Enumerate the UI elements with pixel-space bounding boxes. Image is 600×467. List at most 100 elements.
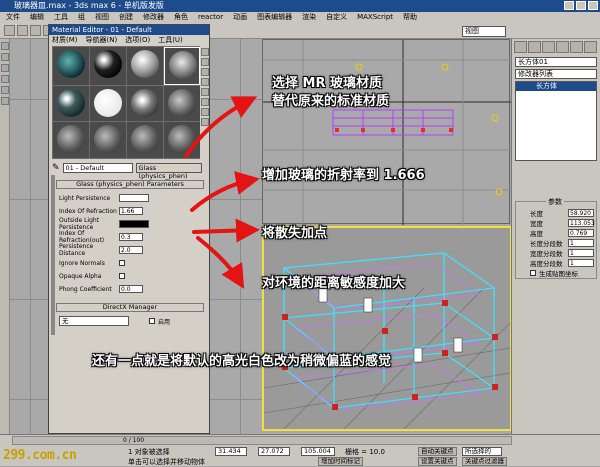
selected-dropdown[interactable]: 所选择的 [462, 447, 502, 456]
minimize-button[interactable] [564, 1, 574, 10]
sample-type-icon[interactable] [201, 48, 209, 56]
backlight-icon[interactable] [201, 58, 209, 66]
menu-maxscript[interactable]: MAXScript [357, 12, 393, 23]
make-preview-icon[interactable] [201, 98, 209, 106]
modifier-list-dropdown[interactable]: 修改器列表 [515, 69, 597, 79]
sample-slot[interactable] [90, 122, 126, 158]
background-icon[interactable] [201, 68, 209, 76]
directx-select[interactable]: 无 [59, 316, 129, 326]
parameters-rollout-title[interactable]: 参数 [546, 197, 564, 207]
directx-enable-checkbox[interactable] [149, 318, 155, 324]
menu-create[interactable]: 创建 [119, 12, 133, 23]
sample-slot[interactable] [53, 85, 89, 122]
param-value[interactable]: 1 [568, 239, 594, 247]
param-value[interactable]: 1 [568, 259, 594, 267]
key-filters-button[interactable]: 关键点过滤器 [462, 457, 507, 466]
tool-icon[interactable] [1, 75, 9, 83]
ignore-normals-checkbox[interactable] [119, 260, 125, 266]
utilities-tab-icon[interactable] [584, 41, 597, 53]
persistence-distance-value[interactable]: 2.0 [119, 246, 143, 254]
options-icon[interactable] [201, 108, 209, 116]
sample-slot[interactable] [127, 85, 163, 122]
window-title-bar: 玻璃器皿.max - 3ds max 6 - 单机版发版 [0, 0, 600, 12]
menu-character[interactable]: 角色 [174, 12, 188, 23]
y-coord-field[interactable]: 27.072 [258, 447, 290, 456]
menu-tools[interactable]: 工具 [54, 12, 68, 23]
param-value[interactable]: 113.053 [568, 219, 595, 227]
add-time-tag-button[interactable]: 增加时间标记 [318, 457, 363, 466]
motion-tab-icon[interactable] [556, 41, 569, 53]
sample-slot[interactable] [127, 122, 163, 158]
link-icon[interactable] [30, 25, 41, 36]
material-name-bar: ✎ 01 - Default Glass (physics_phen) [52, 162, 207, 180]
gen-uv-checkbox[interactable] [530, 270, 536, 276]
close-button[interactable] [588, 1, 598, 10]
modifier-stack[interactable]: 长方体 [515, 81, 597, 161]
mat-menu-options[interactable]: 选项(O) [125, 35, 150, 45]
x-coord-field[interactable]: 31.434 [215, 447, 247, 456]
create-tab-icon[interactable] [514, 41, 527, 53]
material-type-button[interactable]: Glass (physics_phen) [135, 163, 202, 180]
opaque-alpha-checkbox[interactable] [119, 273, 125, 279]
ior-value[interactable]: 1.66 [119, 207, 143, 215]
material-name-field[interactable]: 01 - Default [62, 163, 133, 173]
menu-help[interactable]: 帮助 [403, 12, 417, 23]
phong-coefficient-value[interactable]: 0.0 [119, 285, 143, 293]
sample-slot[interactable] [90, 47, 126, 85]
mat-menu-utilities[interactable]: 工具(U) [158, 35, 183, 45]
sample-slot[interactable] [164, 122, 200, 158]
modifier-stack-item[interactable]: 长方体 [516, 82, 596, 91]
maximize-button[interactable] [576, 1, 586, 10]
material-editor-scrollbar[interactable] [51, 175, 55, 335]
z-coord-field[interactable]: 105.004 [301, 447, 335, 456]
tool-icon[interactable] [1, 42, 9, 50]
hierarchy-tab-icon[interactable] [542, 41, 555, 53]
viewport-front[interactable] [262, 39, 511, 225]
tool-icon[interactable] [1, 64, 9, 72]
redo-icon[interactable] [17, 25, 28, 36]
sample-slot[interactable] [90, 85, 126, 122]
sample-slot[interactable] [127, 47, 163, 85]
video-color-icon[interactable] [201, 88, 209, 96]
tool-icon[interactable] [1, 86, 9, 94]
tool-icon[interactable] [1, 97, 9, 105]
object-name-field[interactable]: 长方体01 [515, 57, 597, 67]
mat-menu-navigation[interactable]: 导航器(N) [86, 35, 118, 45]
gen-uv-label: 生成贴图坐标 [539, 270, 578, 278]
uv-tiling-icon[interactable] [201, 78, 209, 86]
modify-tab-icon[interactable] [528, 41, 541, 53]
set-key-button[interactable]: 设置关键点 [418, 457, 457, 466]
mat-menu-material[interactable]: 材质(M) [52, 35, 78, 45]
time-slider[interactable]: 0 / 100 [12, 436, 512, 445]
directx-rollout-header[interactable]: DirectX Manager [56, 303, 204, 312]
undo-icon[interactable] [4, 25, 15, 36]
sample-slot[interactable] [53, 122, 89, 158]
pick-material-icon[interactable]: ✎ [52, 163, 60, 173]
menu-file[interactable]: 文件 [6, 12, 20, 23]
light-persistence-swatch[interactable] [119, 194, 149, 202]
menu-modifiers[interactable]: 修改器 [143, 12, 164, 23]
sample-slot[interactable] [53, 47, 89, 85]
viewport-perspective[interactable] [262, 226, 512, 431]
param-value[interactable]: 0.769 [568, 229, 594, 237]
menu-customize[interactable]: 自定义 [326, 12, 347, 23]
menu-animation[interactable]: 动画 [233, 12, 247, 23]
param-value[interactable]: 1 [568, 249, 594, 257]
menu-edit[interactable]: 编辑 [30, 12, 44, 23]
menu-graph-editors[interactable]: 图表编辑器 [257, 12, 292, 23]
menu-group[interactable]: 组 [78, 12, 85, 23]
ior-out-value[interactable]: 0.3 [119, 233, 143, 241]
param-value[interactable]: 58.920 [568, 209, 594, 217]
select-by-material-icon[interactable] [201, 118, 209, 126]
display-tab-icon[interactable] [570, 41, 583, 53]
menu-rendering[interactable]: 渲染 [302, 12, 316, 23]
tool-icon[interactable] [1, 53, 9, 61]
sample-slot[interactable] [164, 47, 200, 85]
menu-views[interactable]: 视图 [95, 12, 109, 23]
sample-slot[interactable] [164, 85, 200, 122]
outside-light-persistence-swatch[interactable] [119, 220, 149, 228]
auto-key-button[interactable]: 自动关键点 [418, 447, 457, 456]
menu-reactor[interactable]: reactor [198, 12, 223, 23]
glass-params-rollout-header[interactable]: Glass (physics_phen) Parameters [56, 180, 204, 189]
reference-coord-select[interactable]: 视图 [462, 26, 506, 37]
